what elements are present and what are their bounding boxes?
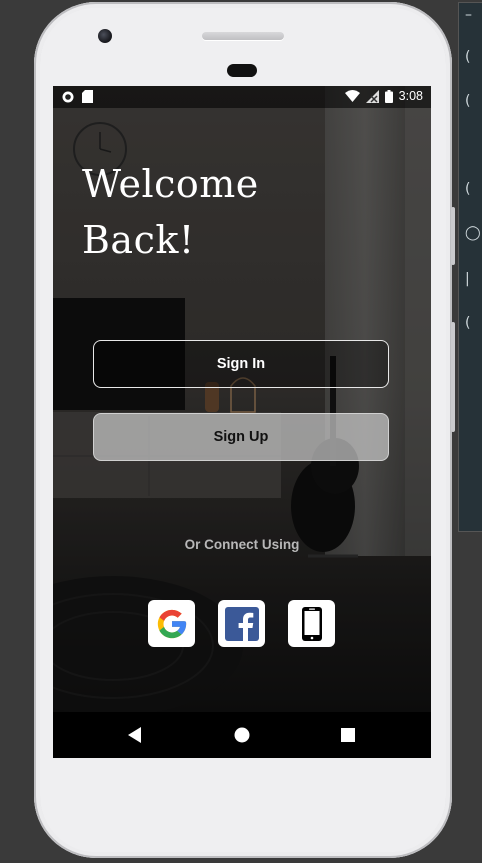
screenshot-icon[interactable]: ◯: [465, 225, 481, 241]
back-button[interactable]: [105, 712, 165, 758]
status-time: 3:08: [398, 89, 423, 103]
google-icon: [157, 609, 186, 638]
navigation-bar: [53, 712, 431, 758]
status-bar: 3:08: [53, 86, 431, 108]
recents-icon: [341, 728, 355, 742]
sign-in-button[interactable]: Sign In: [93, 340, 389, 388]
connect-using-label: Or Connect Using: [184, 537, 300, 552]
back-icon: [128, 727, 141, 743]
camera-icon[interactable]: |: [465, 271, 470, 287]
rotate-icon[interactable]: (: [465, 181, 470, 197]
app-screen: 3:08 Welcome Back! Sign In Sign Up Or Co…: [53, 86, 431, 758]
earpiece-speaker: [202, 32, 284, 40]
power-icon[interactable]: (: [465, 49, 470, 65]
power-button: [451, 322, 455, 432]
home-icon: [234, 727, 250, 743]
volume-button: [451, 207, 455, 265]
front-camera: [98, 29, 112, 43]
wifi-icon: [344, 90, 360, 102]
facebook-icon: [224, 606, 259, 641]
minimize-icon[interactable]: –: [465, 7, 472, 23]
sign-up-button[interactable]: Sign Up: [93, 413, 389, 461]
battery-icon: [384, 89, 393, 103]
welcome-line-1: Welcome: [82, 162, 259, 206]
sd-card-icon: [82, 90, 93, 103]
phone-login-button[interactable]: [288, 600, 335, 647]
welcome-heading: Welcome Back!: [82, 156, 342, 268]
volume-icon[interactable]: (: [465, 93, 470, 109]
google-login-button[interactable]: [148, 600, 195, 647]
recents-button[interactable]: [318, 712, 378, 758]
emulator-side-panel: – ( ( ( ◯ | (: [458, 2, 482, 532]
more-icon[interactable]: (: [465, 315, 470, 331]
home-button[interactable]: [212, 712, 272, 758]
proximity-sensor: [227, 64, 257, 77]
welcome-line-2: Back!: [82, 218, 195, 262]
no-signal-icon: [365, 89, 379, 103]
phone-icon: [301, 606, 322, 641]
facebook-login-button[interactable]: [218, 600, 265, 647]
record-icon: [62, 91, 74, 102]
